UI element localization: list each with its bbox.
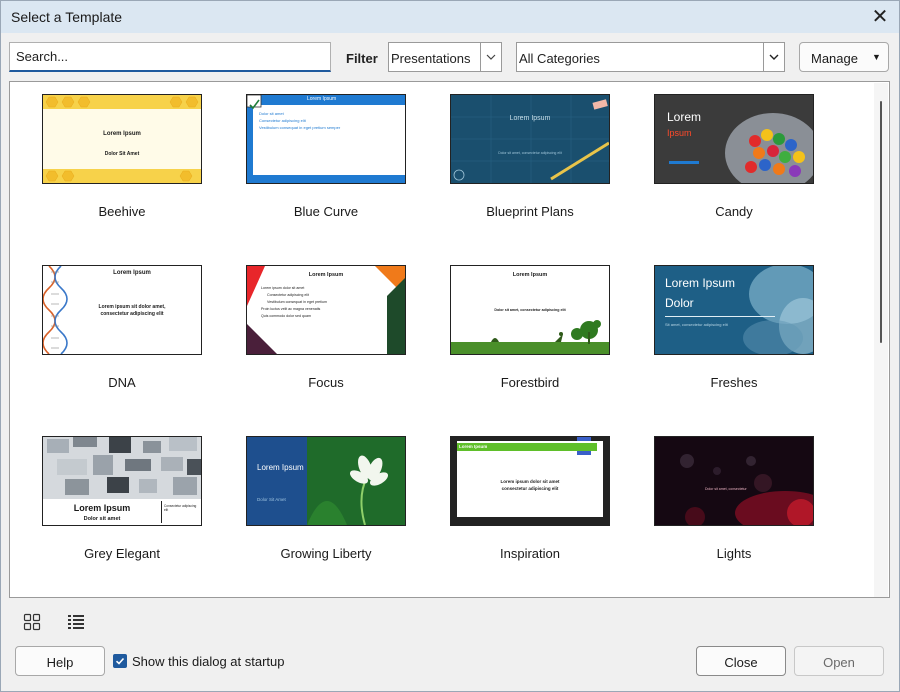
show-at-startup-checkbox[interactable] [113,654,127,668]
help-button[interactable]: Help [15,646,105,676]
template-name: DNA [108,375,136,390]
template-thumbnail: Lorem Ipsum Dolor sit amet Consectetur a… [246,94,406,184]
template-name: Beehive [98,204,146,219]
template-tile-focus[interactable]: Lorem Ipsum Lorem ipsum dolor sit amet C… [234,253,414,413]
thumb-text: Vestibulum consequat in eget pretium [267,300,327,304]
template-thumbnail: Lorem Ipsum Dolor sit amet, consectetur … [450,94,610,184]
thumb-subtitle: Dolor Sit Amet [257,497,286,502]
template-tile-dna[interactable]: Lorem Ipsum Lorem ipsum sit dolor amet, … [30,253,210,413]
manage-label: Manage [811,51,858,66]
category-filter-value: All Categories [519,51,600,66]
template-grid: Lorem Ipsum Dolor Sit Amet Beehive Lorem… [9,81,890,598]
template-name: Lights [716,546,752,561]
template-tile-lights[interactable]: Dolor sit amet, consectetur Lights [642,424,822,584]
template-name: Blueprint Plans [486,204,574,219]
thumb-text: Lorem ipsum sit dolor amet, [98,304,166,310]
thumb-title: Lorem Ipsum [509,115,551,122]
thumb-title: Lorem Ipsum [459,444,488,449]
template-thumbnail: Lorem Ipsum Lorem ipsum dolor sit amet C… [246,265,406,355]
template-name: Forestbird [500,375,560,390]
scrollbar-thumb[interactable] [880,101,882,343]
category-filter-combo[interactable]: All Categories [516,42,785,72]
thumb-title-2: Dolor [665,296,694,310]
template-thumbnail: Lorem Ipsum Dolor sit amet Consectetur a… [42,436,202,526]
thumb-subtitle: Dolor sit amet, consectetur adipiscing e… [494,308,566,312]
template-thumbnail: Lorem Ipsum Dolor Sit Amet [42,94,202,184]
manage-button[interactable]: Manage ▼ [799,42,889,72]
thumb-text: consectetur adipiscing elit [100,311,164,317]
caret-down-icon: ▼ [872,52,881,62]
thumb-title: Lorem Ipsum [73,503,131,513]
template-tile-beehive[interactable]: Lorem Ipsum Dolor Sit Amet Beehive [30,82,210,242]
thumb-subtitle: Dolor sit amet, consectetur adipiscing e… [498,151,562,155]
template-tile-candy[interactable]: Lorem Ipsum Candy [642,82,822,242]
thumb-text: Proin luctus velit ac magna venenatis [261,307,321,311]
thumb-text: Lorem ipsum dolor sit amet [500,479,560,484]
help-label: Help [46,655,74,670]
close-button[interactable]: Close [696,646,786,676]
template-thumbnail: Lorem Ipsum Lorem ipsum sit dolor amet, … [42,265,202,355]
thumb-text: Consectetur adipiscing elit [259,118,306,123]
template-thumbnail: Lorem Ipsum Dolor sit amet, consectetur … [450,265,610,355]
thumb-text: Lorem ipsum dolor sit amet [261,286,305,290]
search-input[interactable] [9,42,331,72]
grid-view-icon[interactable] [23,613,41,631]
close-icon[interactable]: ✕ [867,5,893,29]
close-label: Close [724,655,758,670]
thumb-subtitle: Dolor sit amet, consectetur [705,487,747,491]
thumb-subtitle: Ipsum [667,128,692,138]
template-tile-blue-curve[interactable]: Lorem Ipsum Dolor sit amet Consectetur a… [234,82,414,242]
type-filter-value: Presentations [391,51,471,66]
thumb-text: Consectetur adipiscing elit [267,293,309,297]
template-thumbnail: Lorem Ipsum Dolor Sit Amet [246,436,406,526]
chevron-down-icon [763,43,784,71]
thumb-subtitle: Sit amet, consectetur adipiscing elit [665,322,728,327]
template-tile-growing-liberty[interactable]: Lorem Ipsum Dolor Sit Amet Growing Liber… [234,424,414,584]
dialog-title: Select a Template [11,9,123,25]
vertical-scrollbar[interactable] [874,83,888,597]
template-thumbnail: Lorem Ipsum Dolor Sit amet, consectetur … [654,265,814,355]
thumb-title: Lorem Ipsum [307,96,337,102]
type-filter-combo[interactable]: Presentations [388,42,502,72]
open-button[interactable]: Open [794,646,884,676]
template-name: Inspiration [500,546,560,561]
template-thumbnail: Lorem Ipsum Lorem ipsum dolor sit amet c… [450,436,610,526]
template-thumbnail: Lorem Ipsum [654,94,814,184]
thumb-text: Consectetur adipiscing elit [164,504,197,512]
template-name: Blue Curve [293,204,359,219]
thumb-title: Lorem Ipsum [113,270,151,276]
template-name: Freshes [710,375,758,390]
template-tile-blueprint-plans[interactable]: Lorem Ipsum Dolor sit amet, consectetur … [438,82,618,242]
template-thumbnail: Dolor sit amet, consectetur [654,436,814,526]
template-dialog: Select a Template ✕ Filter Presentations… [0,0,900,692]
thumb-text: Quis commodo dolor sed quam [261,314,311,318]
filter-label: Filter [346,51,378,66]
thumb-title: Lorem Ipsum [512,272,548,278]
thumb-title: Lorem [667,110,702,124]
thumb-subtitle: Dolor Sit Amet [104,151,140,157]
title-bar: Select a Template ✕ [1,1,899,33]
thumb-title: Lorem Ipsum [257,463,304,472]
template-tile-grey-elegant[interactable]: Lorem Ipsum Dolor sit amet Consectetur a… [30,424,210,584]
template-tile-inspiration[interactable]: Lorem Ipsum Lorem ipsum dolor sit amet c… [438,424,618,584]
template-name: Focus [308,375,344,390]
thumb-title: Lorem Ipsum [308,272,344,278]
list-view-icon[interactable] [67,613,85,631]
template-name: Growing Liberty [280,546,372,561]
thumb-text: Vestibulum consequat in eget pretium sem… [259,125,341,130]
thumb-text: Dolor sit amet [259,111,284,116]
template-name: Grey Elegant [84,546,160,561]
chevron-down-icon [480,43,501,71]
thumb-subtitle: Dolor sit amet [83,516,121,522]
show-at-startup-label[interactable]: Show this dialog at startup [132,654,284,669]
thumb-title: Lorem Ipsum [665,276,736,290]
open-label: Open [823,655,855,670]
template-tile-freshes[interactable]: Lorem Ipsum Dolor Sit amet, consectetur … [642,253,822,413]
thumb-text: consectetur adipiscing elit [501,486,559,491]
thumb-title: Lorem Ipsum [103,131,141,137]
template-tile-forestbird[interactable]: Lorem Ipsum Dolor sit amet, consectetur … [438,253,618,413]
template-name: Candy [715,204,753,219]
